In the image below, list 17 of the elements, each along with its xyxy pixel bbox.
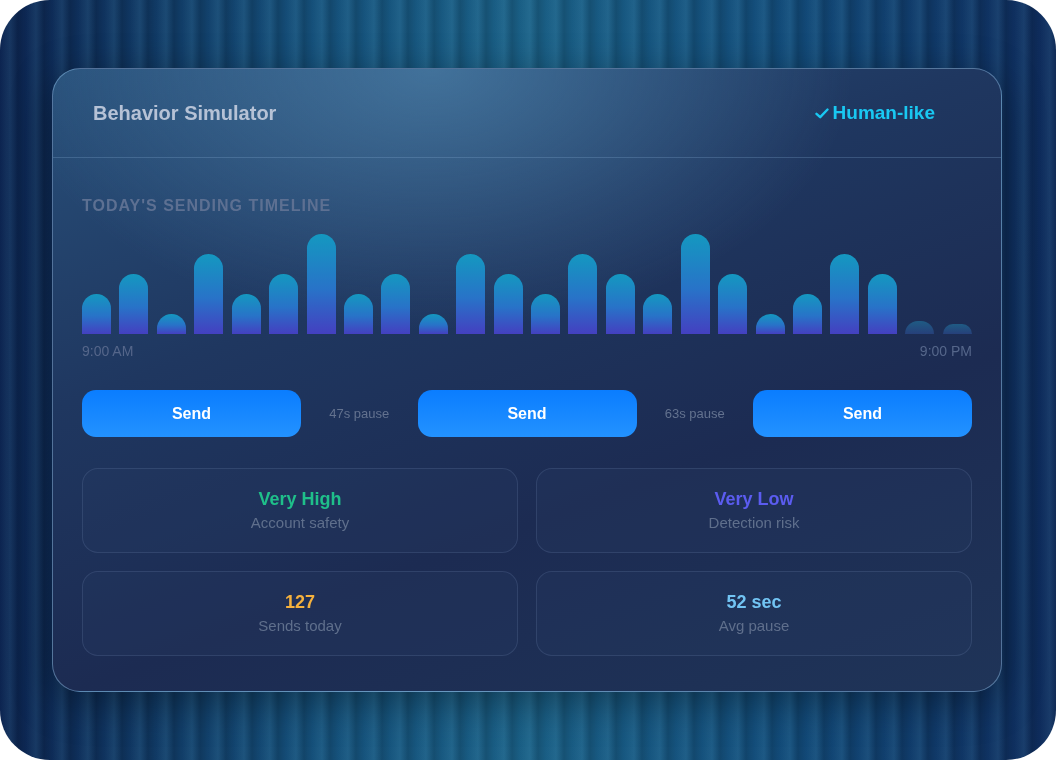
check-icon [814, 107, 829, 119]
axis-label: 9:00 PM [919, 342, 972, 360]
stat-label: Account safety [250, 513, 350, 533]
send-button[interactable]: Send [417, 390, 637, 437]
pause-label: 47s pause [329, 404, 390, 423]
card-title: Behavior Simulator [93, 101, 277, 126]
stat-label: Detection risk [708, 513, 800, 533]
stat-value: 127 [284, 591, 315, 613]
pause-label: 63s pause [664, 404, 725, 423]
stat-value: Very Low [714, 488, 794, 510]
stat-value: Very High [258, 488, 342, 510]
send-button[interactable]: Send [82, 390, 301, 437]
stat-label: Sends today [258, 616, 342, 636]
send-button[interactable]: Send [753, 390, 972, 437]
status-label: Human-like [832, 100, 935, 125]
stat-label: Avg pause [718, 616, 790, 636]
stat-value: 52 sec [726, 591, 782, 613]
